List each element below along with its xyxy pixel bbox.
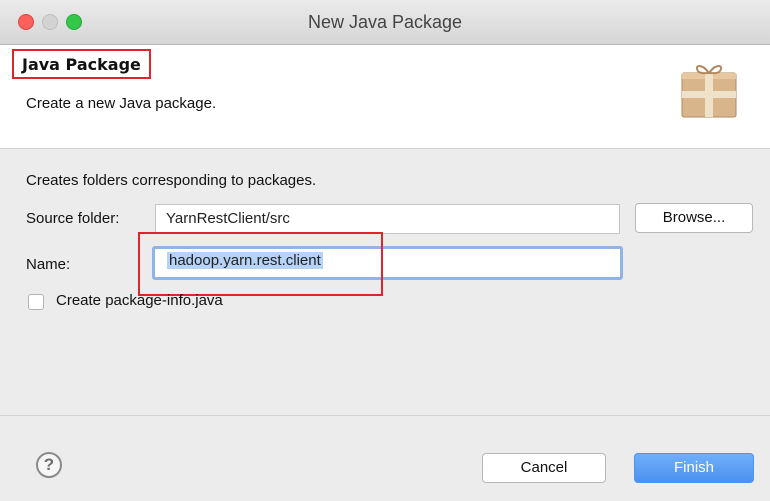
dialog-header: Java Package Create a new Java package. bbox=[0, 45, 770, 149]
page-description: Create a new Java package. bbox=[26, 95, 217, 112]
page-title: Java Package bbox=[12, 49, 151, 79]
package-name-field[interactable]: hadoop.yarn.rest.client bbox=[152, 246, 623, 280]
dialog-window: New Java Package Java Package Create a n… bbox=[0, 0, 770, 501]
package-icon bbox=[681, 65, 737, 118]
dialog-footer: ? Cancel Finish bbox=[0, 415, 770, 501]
help-icon[interactable]: ? bbox=[36, 452, 62, 478]
package-info-checkbox[interactable] bbox=[28, 294, 44, 310]
source-folder-field[interactable]: YarnRestClient/src bbox=[155, 204, 620, 234]
cancel-button[interactable]: Cancel bbox=[482, 453, 606, 483]
package-info-label[interactable]: Create package-info.java bbox=[56, 292, 223, 309]
finish-button[interactable]: Finish bbox=[634, 453, 754, 483]
intro-text: Creates folders corresponding to package… bbox=[26, 172, 317, 189]
window-title: New Java Package bbox=[307, 12, 463, 32]
name-label: Name: bbox=[26, 256, 71, 273]
title-bar: New Java Package bbox=[0, 0, 770, 45]
browse-button[interactable]: Browse... bbox=[635, 203, 753, 233]
package-name-value: hadoop.yarn.rest.client bbox=[167, 252, 323, 269]
source-folder-label: Source folder: bbox=[26, 210, 120, 227]
dialog-body: Creates folders corresponding to package… bbox=[0, 149, 770, 415]
